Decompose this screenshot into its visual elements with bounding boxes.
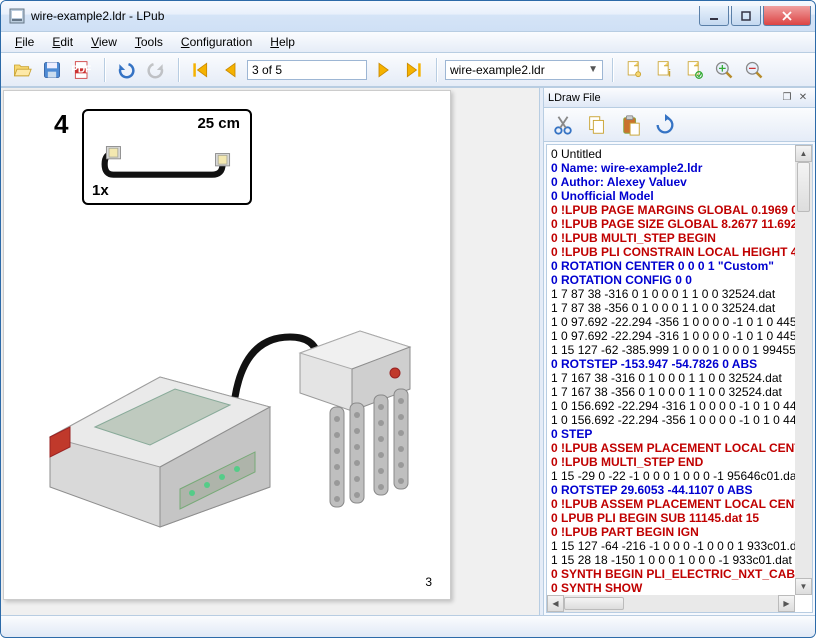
doc-action-3[interactable]: [681, 57, 707, 83]
code-line[interactable]: 0 ROTATION CONFIG 0 0: [551, 273, 791, 287]
code-line[interactable]: 0 ROTATION CENTER 0 0 0 1 "Custom": [551, 259, 791, 273]
zoom-out-button[interactable]: [741, 57, 767, 83]
menubar: File Edit View Tools Configuration Help: [1, 31, 815, 53]
doc-action-1[interactable]: [621, 57, 647, 83]
svg-text:i: i: [668, 68, 671, 79]
horizontal-scrollbar[interactable]: ◀ ▶: [547, 595, 795, 612]
code-line[interactable]: 1 0 97.692 -22.294 -356 1 0 0 0 0 -1 0 1…: [551, 315, 791, 329]
step-number: 4: [54, 109, 68, 140]
menu-help[interactable]: Help: [262, 33, 303, 51]
code-line[interactable]: 0 ROTSTEP 29.6053 -44.1107 0 ABS: [551, 483, 791, 497]
code-line[interactable]: 1 7 167 38 -316 0 1 0 0 0 1 1 0 0 32524.…: [551, 371, 791, 385]
panel-toolbar: [544, 108, 815, 142]
code-line[interactable]: 0 Author: Alexey Valuev: [551, 175, 791, 189]
code-line[interactable]: 1 15 127 -64 -216 -1 0 0 0 -1 0 0 0 1 93…: [551, 539, 791, 553]
ldraw-code-view[interactable]: 0 Untitled0 Name: wire-example2.ldr0 Aut…: [547, 145, 795, 595]
code-line[interactable]: 1 7 87 38 -316 0 1 0 0 0 1 1 0 0 32524.d…: [551, 287, 791, 301]
scroll-up-button[interactable]: ▲: [795, 145, 812, 162]
code-line[interactable]: 0 ROTSTEP -153.947 -54.7826 0 ABS: [551, 357, 791, 371]
close-button[interactable]: [763, 6, 811, 26]
titlebar: wire-example2.ldr - LPub: [1, 1, 815, 31]
minimize-button[interactable]: [699, 6, 729, 26]
code-line[interactable]: 0 SYNTH BEGIN PLI_ELECTRIC_NXT_CABLE_: [551, 567, 791, 581]
panel-title: LDraw File: [548, 92, 779, 104]
undo-button[interactable]: [113, 57, 139, 83]
copy-button[interactable]: [584, 112, 610, 138]
code-line[interactable]: 1 0 97.692 -22.294 -316 1 0 0 0 0 -1 0 1…: [551, 329, 791, 343]
zoom-in-button[interactable]: [711, 57, 737, 83]
code-line[interactable]: 0 !LPUB PART BEGIN IGN: [551, 525, 791, 539]
assembly-render: [40, 277, 440, 537]
save-button[interactable]: [39, 57, 65, 83]
chevron-down-icon: ▼: [588, 64, 598, 75]
code-line[interactable]: 0 !LPUB PLI CONSTRAIN LOCAL HEIGHT 4.1: [551, 245, 791, 259]
code-line[interactable]: 0 !LPUB PAGE SIZE GLOBAL 8.2677 11.6929: [551, 217, 791, 231]
doc-action-2[interactable]: i: [651, 57, 677, 83]
menu-tools[interactable]: Tools: [127, 33, 171, 51]
menu-configuration[interactable]: Configuration: [173, 33, 260, 51]
refresh-button[interactable]: [652, 112, 678, 138]
statusbar: [1, 615, 815, 637]
scroll-left-button[interactable]: ◀: [547, 595, 564, 612]
code-line[interactable]: 0 !LPUB ASSEM PLACEMENT LOCAL CENTER: [551, 497, 791, 511]
instruction-page: 4 25 cm 1x: [3, 90, 451, 600]
code-line[interactable]: 0 Unofficial Model: [551, 189, 791, 203]
code-line[interactable]: 1 0 156.692 -22.294 -356 1 0 0 0 0 -1 0 …: [551, 413, 791, 427]
code-line[interactable]: 0 !LPUB PAGE MARGINS GLOBAL 0.1969 0.1: [551, 203, 791, 217]
prev-page-button[interactable]: [217, 57, 243, 83]
scroll-down-button[interactable]: ▼: [795, 578, 812, 595]
code-line[interactable]: 1 15 28 18 -150 1 0 0 0 1 0 0 0 -1 933c0…: [551, 553, 791, 567]
main-toolbar: PDF wire-example2.ldr ▼ i: [1, 53, 815, 87]
redo-button[interactable]: [143, 57, 169, 83]
code-line[interactable]: 0 Name: wire-example2.ldr: [551, 161, 791, 175]
code-line[interactable]: 0 !LPUB MULTI_STEP BEGIN: [551, 231, 791, 245]
panel-close-button[interactable]: ✕: [795, 90, 811, 106]
ldraw-file-panel: LDraw File ❐ ✕ 0 Untitled0 Name: wire-ex…: [544, 88, 815, 615]
app-icon: [9, 8, 25, 24]
parts-list-box: 25 cm 1x: [82, 109, 252, 205]
menu-edit[interactable]: Edit: [44, 33, 81, 51]
code-line[interactable]: 1 15 127 -62 -385.999 1 0 0 0 1 0 0 0 1 …: [551, 343, 791, 357]
scroll-right-button[interactable]: ▶: [778, 595, 795, 612]
menu-file[interactable]: File: [7, 33, 42, 51]
window-title: wire-example2.ldr - LPub: [31, 9, 699, 23]
part-length-label: 25 cm: [197, 115, 240, 132]
page-viewport[interactable]: 4 25 cm 1x: [1, 88, 539, 615]
svg-text:PDF: PDF: [72, 64, 91, 75]
code-line[interactable]: 0 !LPUB MULTI_STEP END: [551, 455, 791, 469]
export-pdf-button[interactable]: PDF: [69, 57, 95, 83]
first-page-button[interactable]: [187, 57, 213, 83]
last-page-button[interactable]: [401, 57, 427, 83]
maximize-button[interactable]: [731, 6, 761, 26]
open-file-button[interactable]: [9, 57, 35, 83]
code-line[interactable]: 0 SYNTH SHOW: [551, 581, 791, 595]
paste-button[interactable]: [618, 112, 644, 138]
code-line[interactable]: 0 LPUB PLI BEGIN SUB 11145.dat 15: [551, 511, 791, 525]
code-line[interactable]: 1 15 -29 0 -22 -1 0 0 0 1 0 0 0 -1 95646…: [551, 469, 791, 483]
cut-button[interactable]: [550, 112, 576, 138]
code-line[interactable]: 0 STEP: [551, 427, 791, 441]
cable-thumbnail: [96, 143, 240, 187]
model-combobox[interactable]: wire-example2.ldr ▼: [445, 60, 603, 80]
menu-view[interactable]: View: [83, 33, 125, 51]
next-page-button[interactable]: [371, 57, 397, 83]
page-number-label: 3: [425, 575, 432, 589]
panel-float-button[interactable]: ❐: [779, 90, 795, 106]
code-line[interactable]: 0 Untitled: [551, 147, 791, 161]
code-line[interactable]: 1 7 87 38 -356 0 1 0 0 0 1 1 0 0 32524.d…: [551, 301, 791, 315]
code-line[interactable]: 1 7 167 38 -356 0 1 0 0 0 1 1 0 0 32524.…: [551, 385, 791, 399]
code-line[interactable]: 0 !LPUB ASSEM PLACEMENT LOCAL CENTER: [551, 441, 791, 455]
vertical-scrollbar[interactable]: ▲ ▼: [795, 145, 812, 595]
model-selected: wire-example2.ldr: [450, 63, 545, 77]
page-number-input[interactable]: [247, 60, 367, 80]
code-line[interactable]: 1 0 156.692 -22.294 -316 1 0 0 0 0 -1 0 …: [551, 399, 791, 413]
